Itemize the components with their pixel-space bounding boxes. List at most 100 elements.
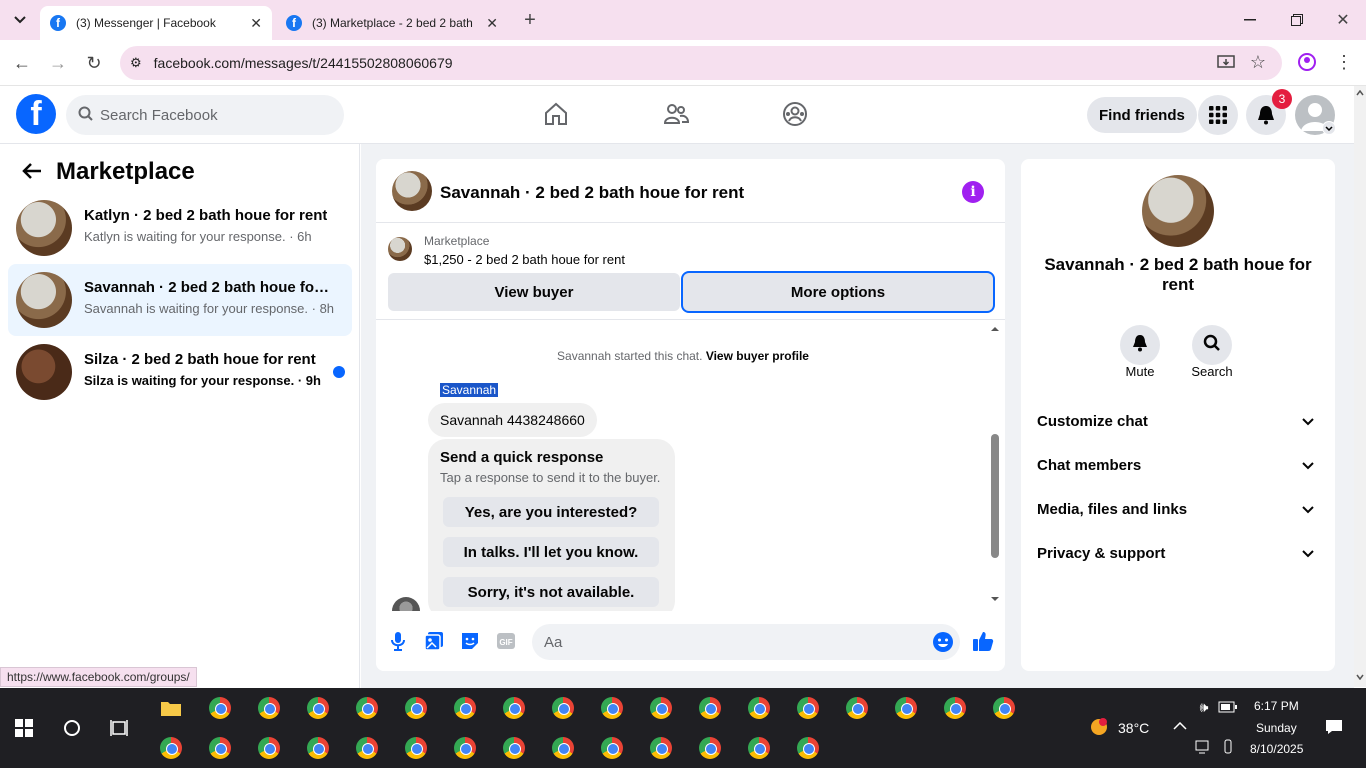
close-window-icon[interactable]: ✕	[1333, 10, 1353, 30]
media-files-links-section[interactable]: Media, files and links	[1037, 491, 1319, 527]
menu-kebab-icon[interactable]: ⋮	[1334, 52, 1354, 72]
windows-start-icon[interactable]	[14, 718, 34, 738]
search-conversation-button[interactable]	[1192, 325, 1232, 365]
facebook-logo-icon[interactable]: f	[16, 94, 56, 134]
info-icon[interactable]: i	[962, 181, 984, 203]
listing-thumbnail[interactable]	[388, 237, 412, 261]
url-field[interactable]: ⚙ facebook.com/messages/t/24415502808060…	[120, 46, 1282, 80]
chrome-app-icon[interactable]	[405, 737, 427, 759]
chrome-app-icon[interactable]	[356, 697, 378, 719]
chrome-app-icon[interactable]	[209, 697, 231, 719]
mute-button[interactable]	[1120, 325, 1160, 365]
more-options-button[interactable]: More options	[683, 273, 993, 311]
gif-icon[interactable]: GIF	[496, 631, 516, 651]
chrome-app-icon[interactable]	[601, 737, 623, 759]
chat-title[interactable]: Savannah · 2 bed 2 bath houe for rent	[440, 183, 744, 203]
chrome-app-icon[interactable]	[895, 697, 917, 719]
profile-icon[interactable]	[1297, 52, 1317, 72]
message-input[interactable]: Aa	[532, 624, 960, 660]
tab-search-icon[interactable]	[10, 10, 30, 30]
battery-icon[interactable]	[1218, 698, 1238, 716]
conversation-item-selected[interactable]: Savannah · 2 bed 2 bath houe for rent Sa…	[8, 264, 352, 336]
details-avatar[interactable]	[1142, 175, 1214, 247]
privacy-support-section[interactable]: Privacy & support	[1037, 535, 1319, 571]
tab-messenger[interactable]: f (3) Messenger | Facebook ✕	[40, 6, 272, 40]
facebook-search-input[interactable]: Search Facebook	[66, 95, 344, 135]
view-buyer-profile-link[interactable]: View buyer profile	[706, 349, 809, 363]
bookmark-star-icon[interactable]: ☆	[1248, 52, 1268, 72]
cortana-search-icon[interactable]	[62, 718, 82, 738]
chrome-app-icon[interactable]	[258, 737, 280, 759]
file-explorer-icon[interactable]	[160, 698, 182, 718]
task-view-icon[interactable]	[110, 718, 130, 738]
site-settings-icon[interactable]: ⚙	[130, 55, 142, 71]
chevron-up-icon[interactable]	[1172, 718, 1188, 734]
account-chevron-icon[interactable]	[1322, 121, 1336, 135]
home-icon[interactable]	[543, 101, 569, 127]
close-tab-icon[interactable]: ✕	[250, 15, 262, 32]
photo-icon[interactable]	[424, 631, 444, 651]
like-thumb-icon[interactable]	[972, 630, 994, 652]
listing-price-title[interactable]: $1,250 - 2 bed 2 bath houe for rent	[424, 252, 625, 267]
chrome-app-icon[interactable]	[258, 697, 280, 719]
chrome-app-icon[interactable]	[356, 737, 378, 759]
chrome-app-icon[interactable]	[650, 737, 672, 759]
forward-icon[interactable]: →	[48, 53, 68, 73]
chrome-app-icon[interactable]	[405, 697, 427, 719]
emoji-icon[interactable]	[932, 631, 954, 657]
page-scrollbar[interactable]	[1354, 86, 1366, 687]
minimize-icon[interactable]	[1240, 10, 1260, 30]
find-friends-button[interactable]: Find friends	[1087, 97, 1197, 133]
chrome-app-icon[interactable]	[797, 737, 819, 759]
weather-icon[interactable]	[1088, 716, 1110, 738]
chrome-app-icon[interactable]	[307, 737, 329, 759]
chrome-app-icon[interactable]	[503, 697, 525, 719]
tab-marketplace[interactable]: f (3) Marketplace - 2 bed 2 bath ✕	[276, 6, 508, 40]
chrome-app-icon[interactable]	[552, 737, 574, 759]
chrome-app-icon[interactable]	[307, 697, 329, 719]
back-icon[interactable]: ←	[12, 53, 32, 73]
conversation-item[interactable]: Silza · 2 bed 2 bath houe for rent Silza…	[8, 336, 352, 408]
network-icon[interactable]	[1195, 738, 1213, 756]
weather-temperature[interactable]: 38°C	[1118, 720, 1149, 736]
chrome-app-icon[interactable]	[650, 697, 672, 719]
chrome-app-icon[interactable]	[748, 737, 770, 759]
chrome-app-icon[interactable]	[454, 697, 476, 719]
chrome-app-icon[interactable]	[160, 737, 182, 759]
chrome-app-icon[interactable]	[944, 697, 966, 719]
menu-grid-icon[interactable]	[1198, 95, 1238, 135]
view-buyer-button[interactable]: View buyer	[388, 273, 680, 311]
sticker-icon[interactable]	[460, 631, 480, 651]
chrome-app-icon[interactable]	[699, 737, 721, 759]
restore-icon[interactable]	[1287, 10, 1307, 30]
clock-time[interactable]: 6:17 PM	[1254, 699, 1299, 713]
quick-response-button[interactable]: Sorry, it's not available.	[443, 577, 659, 607]
chat-scrollbar[interactable]	[988, 324, 1002, 604]
chrome-app-icon[interactable]	[699, 697, 721, 719]
volume-icon[interactable]: 🕪	[1195, 698, 1213, 716]
chrome-app-icon[interactable]	[503, 737, 525, 759]
new-tab-icon[interactable]: +	[520, 9, 540, 31]
chat-members-section[interactable]: Chat members	[1037, 447, 1319, 483]
close-tab-icon[interactable]: ✕	[486, 15, 498, 32]
install-app-icon[interactable]	[1216, 53, 1236, 73]
chat-avatar[interactable]	[392, 171, 432, 211]
clock-day[interactable]: Sunday	[1256, 721, 1297, 735]
conversation-item[interactable]: Katlyn · 2 bed 2 bath houe for rent Katl…	[8, 192, 352, 264]
chat-scrollbar-thumb[interactable]	[991, 434, 999, 558]
friends-icon[interactable]	[663, 101, 690, 127]
back-arrow-icon[interactable]	[22, 162, 42, 185]
microphone-icon[interactable]	[390, 631, 406, 651]
customize-chat-section[interactable]: Customize chat	[1037, 403, 1319, 439]
clock-date[interactable]: 8/10/2025	[1250, 742, 1303, 756]
chrome-app-icon[interactable]	[601, 697, 623, 719]
chrome-app-icon[interactable]	[209, 737, 231, 759]
chrome-app-icon[interactable]	[552, 697, 574, 719]
chrome-app-icon[interactable]	[454, 737, 476, 759]
chrome-app-icon[interactable]	[846, 697, 868, 719]
pen-icon[interactable]	[1220, 738, 1236, 756]
chrome-app-icon[interactable]	[993, 697, 1015, 719]
chrome-app-icon[interactable]	[748, 697, 770, 719]
groups-icon[interactable]	[782, 101, 808, 127]
quick-response-button[interactable]: Yes, are you interested?	[443, 497, 659, 527]
